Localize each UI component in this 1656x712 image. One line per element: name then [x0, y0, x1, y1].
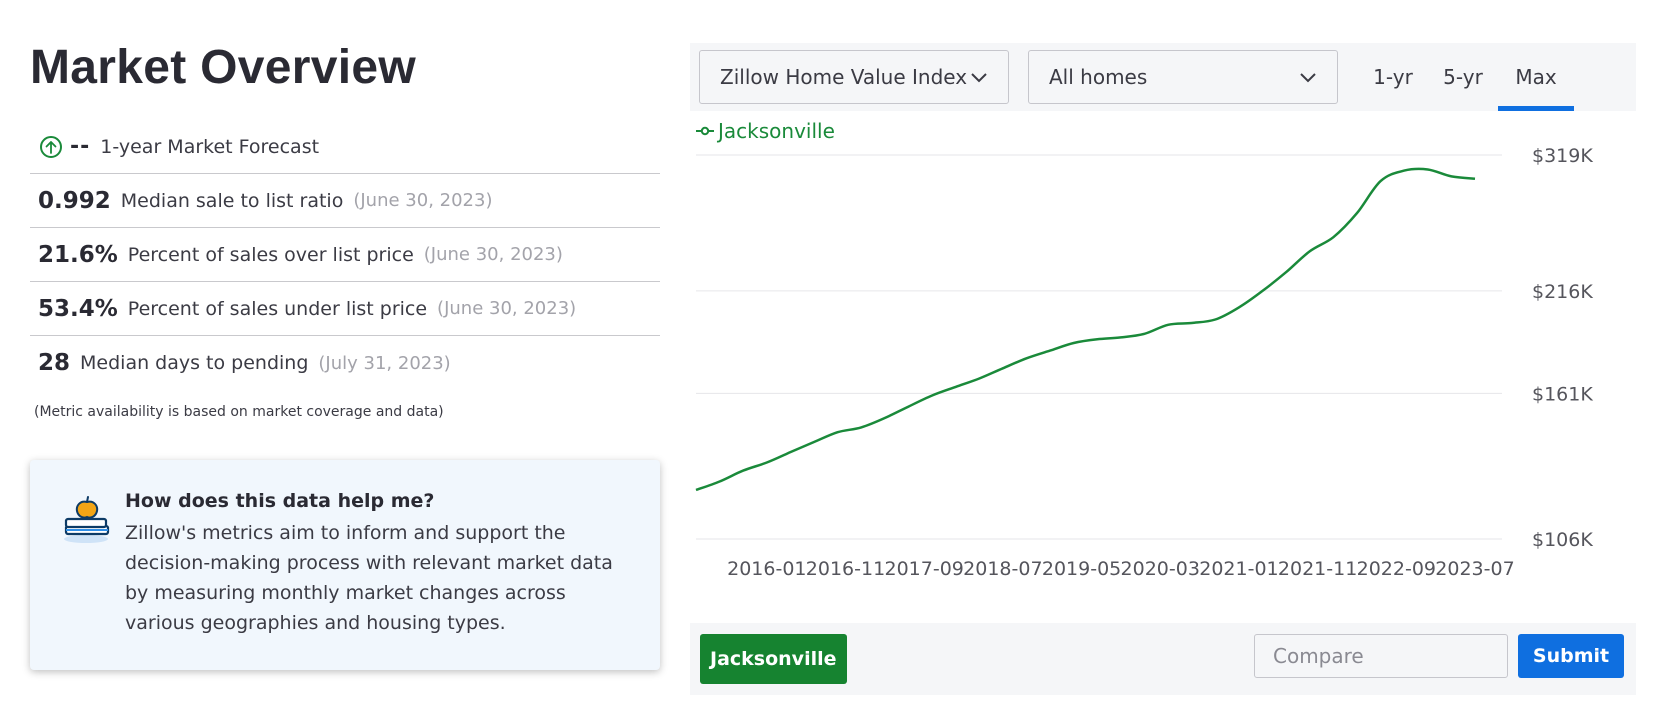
range-1yr-button[interactable]: 1-yr: [1358, 43, 1428, 111]
arrow-up-circle-icon: [40, 135, 62, 158]
location-chip[interactable]: Jacksonville: [700, 634, 847, 684]
metric-value: 28: [38, 350, 71, 376]
metric-select-value: Zillow Home Value Index: [720, 65, 968, 89]
help-body: Zillow's metrics aim to inform and suppo…: [125, 522, 613, 634]
metric-date: (June 30, 2023): [353, 190, 493, 211]
metric-forecast: -- 1-year Market Forecast: [30, 120, 660, 174]
y-tick-label: $161K: [1532, 383, 1593, 405]
home-type-select[interactable]: All homes: [1028, 50, 1338, 104]
x-tick-label: 2023-07: [1435, 558, 1514, 580]
metrics-note: (Metric availability is based on market …: [34, 404, 444, 420]
home-value-chart: $106K $161K $216K $319K 2016-01 2016-11 2017-0…: [695, 145, 1593, 580]
metric-value: 0.992: [38, 187, 111, 214]
x-tick-label: 2020-03: [1121, 558, 1200, 580]
help-card: How does this data help me? Zillow's met…: [30, 460, 660, 670]
x-tick-label: 2018-07: [963, 558, 1042, 580]
metric-label: Median days to pending: [80, 352, 309, 374]
market-overview-panel: Market Overview -- 1-year Market Forecas…: [30, 40, 660, 420]
x-tick-label: 2016-01: [727, 558, 806, 580]
metric-value: 21.6%: [38, 241, 118, 268]
chart-toolbar: Zillow Home Value Index All homes 1-yr 5…: [690, 43, 1636, 111]
metric-value: --: [70, 134, 91, 159]
metric-value: 53.4%: [38, 295, 118, 322]
series-line-jacksonville: [695, 167, 1476, 492]
metric-under-list: 53.4% Percent of sales under list price …: [30, 282, 660, 336]
metric-label: Percent of sales under list price: [127, 297, 428, 320]
range-5yr-button[interactable]: 5-yr: [1428, 43, 1498, 111]
metric-over-list: 21.6% Percent of sales over list price (…: [30, 228, 660, 282]
y-tick-label: $319K: [1532, 145, 1593, 167]
metric-label: Percent of sales over list price: [127, 243, 414, 266]
chart-panel: Zillow Home Value Index All homes 1-yr 5…: [690, 43, 1636, 695]
compare-input[interactable]: [1254, 634, 1508, 678]
range-max-button[interactable]: Max: [1498, 43, 1574, 111]
chart-bottom-bar: Jacksonville Submit: [690, 623, 1636, 695]
legend-label: Jacksonville: [718, 119, 835, 143]
metric-date: (June 30, 2023): [423, 244, 563, 265]
metric-date: (June 30, 2023): [437, 298, 577, 319]
chevron-down-icon: [971, 73, 987, 83]
metric-select[interactable]: Zillow Home Value Index: [699, 50, 1009, 104]
y-tick-label: $216K: [1532, 281, 1593, 303]
book-apple-icon: [62, 494, 112, 544]
x-tick-label: 2021-01: [1199, 558, 1278, 580]
home-type-select-value: All homes: [1049, 65, 1148, 89]
metric-label: Median sale to list ratio: [120, 189, 344, 212]
page-title: Market Overview: [30, 41, 417, 94]
metric-sale-to-list: 0.992 Median sale to list ratio (June 30…: [30, 174, 660, 228]
chevron-down-icon: [1300, 73, 1316, 83]
x-tick-label: 2021-11: [1278, 558, 1357, 580]
y-tick-label: $106K: [1532, 529, 1593, 551]
help-title: How does this data help me?: [125, 490, 435, 512]
x-tick-label: 2016-11: [806, 558, 885, 580]
legend-marker-icon: [696, 126, 714, 136]
metrics-list: -- 1-year Market Forecast 0.992 Median s…: [30, 120, 660, 390]
submit-button[interactable]: Submit: [1518, 634, 1624, 678]
x-tick-label: 2017-09: [884, 558, 963, 580]
x-tick-label: 2022-09: [1357, 558, 1436, 580]
chart-legend: Jacksonville: [696, 119, 835, 143]
x-tick-label: 2019-05: [1042, 558, 1121, 580]
metric-date: (July 31, 2023): [318, 352, 451, 374]
metric-days-to-pending: 28 Median days to pending (July 31, 2023…: [30, 336, 660, 390]
metric-label: 1-year Market Forecast: [100, 135, 320, 158]
